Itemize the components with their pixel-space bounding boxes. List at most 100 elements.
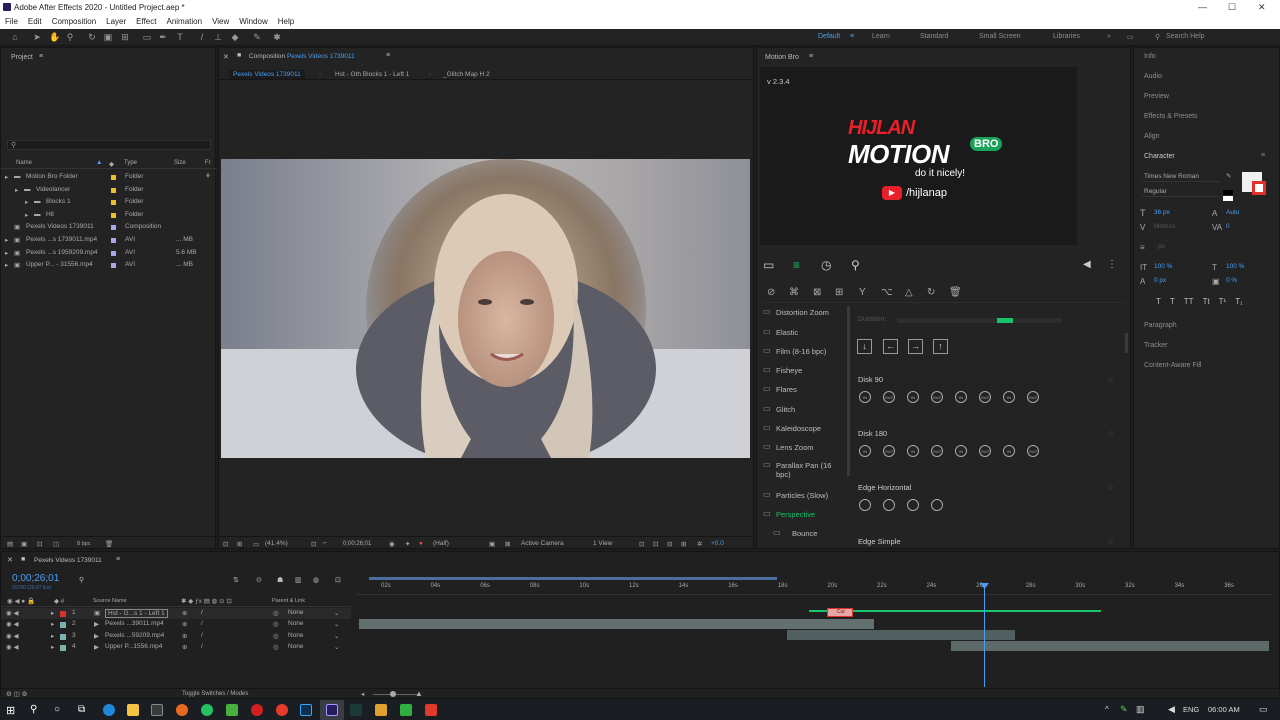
bar-layer-1[interactable]: Cut: [827, 608, 853, 617]
menu-help[interactable]: Help: [273, 15, 299, 29]
label-swatch[interactable]: [111, 225, 116, 231]
firefox-icon[interactable]: [176, 704, 188, 716]
visibility-icon[interactable]: ◉ ◀: [6, 632, 18, 640]
twirl-icon[interactable]: ▸: [51, 620, 54, 628]
lock-icon[interactable]: ■: [237, 52, 241, 59]
category-item[interactable]: ▭ Parallax Pan (16 bpc): [761, 458, 845, 479]
selection-tool-icon[interactable]: ➤: [32, 32, 42, 42]
expand-arrow-icon[interactable]: ▸: [5, 261, 8, 269]
layer-name[interactable]: Hst - G...s 1 - Left 1: [105, 609, 168, 618]
menu-window[interactable]: Window: [234, 15, 272, 29]
tray-network-icon[interactable]: ▥: [1136, 704, 1145, 715]
project-item[interactable]: ▸ ▣ Pexels ...s 1739011.mp4 AVI ... MB: [1, 235, 217, 246]
app-green-icon[interactable]: [400, 704, 412, 716]
task-view-icon[interactable]: ⧉: [78, 704, 90, 716]
type-tool-icon[interactable]: T: [175, 32, 185, 42]
layer-name[interactable]: Pexels ...39011.mp4: [105, 620, 164, 627]
monitor-icon[interactable]: ▭: [253, 540, 259, 548]
project-item[interactable]: ▸ ▣ Upper P... - 31556.mp4 AVI ... MB: [1, 260, 217, 271]
zoom-out-icon[interactable]: ◂: [361, 690, 364, 698]
close-tab-icon[interactable]: ✕: [223, 53, 229, 61]
preset-in-button[interactable]: IN: [955, 391, 967, 403]
close-button[interactable]: ✕: [1258, 2, 1266, 13]
preset-out-button[interactable]: OUT: [883, 445, 895, 457]
workspace-learn[interactable]: Learn: [872, 33, 890, 40]
col-name[interactable]: Name: [16, 160, 32, 166]
bar-layer-4[interactable]: [951, 641, 1269, 651]
panel-menu-icon[interactable]: ≡: [116, 556, 120, 563]
pen-tool-icon[interactable]: ✒: [158, 32, 168, 42]
expand-arrow-icon[interactable]: ▸: [25, 211, 28, 219]
shy-icon[interactable]: ☗: [277, 576, 283, 584]
region-icon[interactable]: ⊡: [311, 540, 316, 548]
flowchart-icon[interactable]: ⊞: [681, 540, 686, 548]
home-icon[interactable]: ⌂: [10, 32, 20, 42]
after-effects-icon[interactable]: [326, 704, 338, 716]
leading-value[interactable]: Auto: [1226, 209, 1239, 216]
visibility-icon[interactable]: ◉ ◀: [6, 620, 18, 628]
color-channel-icon[interactable]: ●: [419, 540, 423, 547]
layer-label-swatch[interactable]: [60, 644, 66, 651]
refresh-icon[interactable]: ↻: [927, 287, 935, 298]
preset-play-button[interactable]: [931, 499, 943, 511]
effects-presets-panel[interactable]: Effects & Presets: [1144, 113, 1198, 120]
project-item[interactable]: ▸ ▬ Hit Folder: [1, 210, 217, 221]
quality-switch-icon[interactable]: /: [201, 620, 203, 627]
favorite-star-icon[interactable]: ☆: [1107, 483, 1114, 492]
presets-scrollbar[interactable]: [1125, 333, 1128, 353]
folder-icon[interactable]: ▭: [763, 258, 774, 272]
expand-arrow-icon[interactable]: ▸: [15, 186, 18, 194]
project-item[interactable]: ▸ ▬ Videolancer Folder: [1, 185, 217, 196]
chevron-down-icon[interactable]: ⌄: [334, 609, 339, 617]
current-time[interactable]: 0;00;26;01: [343, 541, 371, 547]
bit-depth[interactable]: 8 bpc: [77, 541, 90, 547]
region-of-interest-icon[interactable]: ▣: [489, 540, 495, 548]
rotate-tool-icon[interactable]: ↻: [87, 32, 97, 42]
black-swatch[interactable]: [1223, 190, 1233, 195]
font-family-dropdown[interactable]: Times New Roman: [1142, 172, 1220, 182]
tray-chevron-icon[interactable]: ^: [1105, 705, 1109, 714]
bar-layer-3[interactable]: [787, 630, 1015, 640]
tag-icon[interactable]: ⊘: [767, 287, 775, 298]
preset-play-button[interactable]: [859, 499, 871, 511]
twirl-icon[interactable]: ▸: [51, 609, 54, 617]
menu-view[interactable]: View: [207, 15, 234, 29]
category-item[interactable]: ▭ Particles (Slow): [761, 488, 845, 504]
kerning-value[interactable]: Metrics: [1154, 223, 1175, 230]
preset-out-button[interactable]: OUT: [931, 391, 943, 403]
resolution-dropdown[interactable]: (Half): [433, 540, 449, 547]
expand-arrow-icon[interactable]: ▸: [5, 249, 8, 257]
col-fr[interactable]: Fr: [205, 160, 211, 166]
content-aware-fill-panel[interactable]: Content-Aware Fill: [1144, 362, 1201, 369]
superscript-button[interactable]: T¹: [1219, 297, 1227, 307]
transparency-grid-icon[interactable]: ⊠: [505, 540, 510, 548]
trash-icon[interactable]: 🗑: [949, 287, 962, 298]
workspace-small-screen[interactable]: Small Screen: [979, 33, 1021, 40]
zoom-slider[interactable]: [373, 691, 419, 697]
preset-out-button[interactable]: OUT: [931, 445, 943, 457]
work-area-bar[interactable]: [369, 577, 777, 580]
label-swatch[interactable]: [111, 263, 116, 269]
mocha-icon[interactable]: [350, 704, 362, 716]
zoom-thumb[interactable]: [390, 691, 396, 697]
panel-menu-icon[interactable]: ≡: [386, 52, 390, 59]
pickwhip-icon[interactable]: ◎: [273, 632, 279, 640]
all-caps-button[interactable]: TT: [1184, 297, 1194, 307]
chevron-down-icon[interactable]: ⌄: [334, 632, 339, 640]
menu-composition[interactable]: Composition: [47, 15, 101, 29]
menu-layer[interactable]: Layer: [101, 15, 131, 29]
layer-label-swatch[interactable]: [60, 611, 66, 617]
project-item[interactable]: ▣ Pexels Videos 1739011 Composition: [1, 222, 217, 233]
grid-icon[interactable]: ⊞: [237, 540, 242, 548]
zoom-tool-icon[interactable]: ⚲: [65, 32, 75, 42]
transition-icon[interactable]: ⌘: [789, 287, 799, 298]
store-icon[interactable]: [151, 704, 163, 716]
expand-arrow-icon[interactable]: ▸: [25, 198, 28, 206]
flow-tab-comp[interactable]: Pexels Videos 1739011: [229, 70, 305, 79]
expand-arrow-icon[interactable]: ▸: [5, 236, 8, 244]
white-swatch[interactable]: [1223, 196, 1233, 201]
layer-name[interactable]: Upper P...1556.mp4: [105, 643, 162, 650]
workspace-default[interactable]: Default: [818, 33, 840, 40]
preset-in-button[interactable]: IN: [859, 445, 871, 457]
category-item[interactable]: ▭ Elastic: [761, 325, 845, 341]
